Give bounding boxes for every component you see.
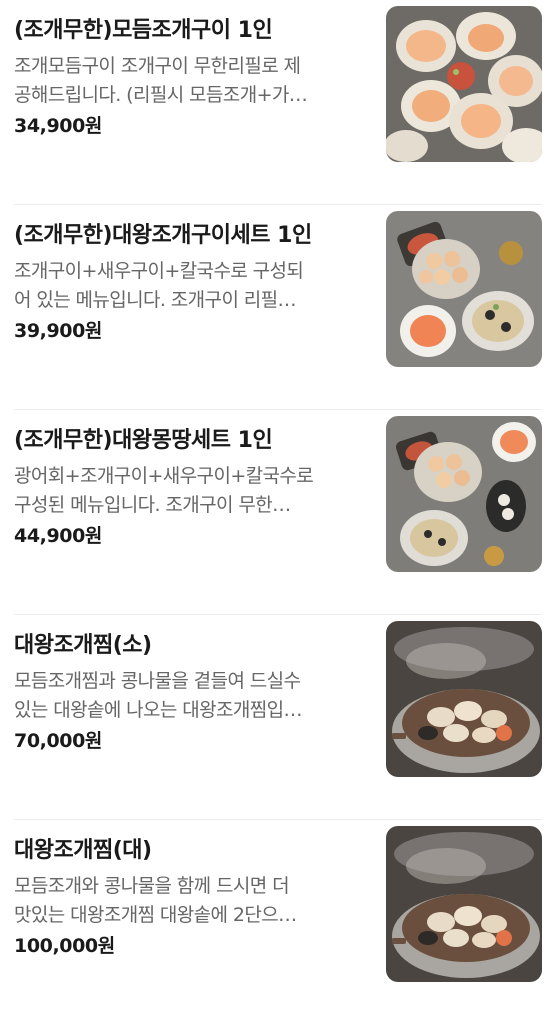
menu-item-description-line: 모듬조개와 콩나물을 함께 드시면 더 — [14, 875, 290, 897]
menu-item-description: 모듬조개와 콩나물을 함께 드시면 더 맛있는 대왕조개찜 대왕솥에 2단으… — [14, 872, 359, 930]
menu-item-description-line: 광어회+조개구이+새우구이+칼국수로 — [14, 465, 314, 487]
menu-item-price: 100,000원 — [14, 935, 115, 957]
menu-item[interactable]: (조개무한)대왕몽땅세트 1인 광어회+조개구이+새우구이+칼국수로 구성된 메… — [14, 410, 542, 615]
menu-item-text: 대왕조개찜(소) 모듬조개찜과 콩나물을 곁들여 드실수 있는 대왕솥에 나오는… — [14, 631, 359, 755]
menu-item-title: (조개무한)모듬조개구이 1인 — [14, 18, 273, 43]
menu-item-description-line: 어 있는 메뉴입니다. 조개구이 리필… — [14, 289, 297, 311]
menu-list: (조개무한)모듬조개구이 1인 조개모듬구이 조개구이 무한리필로 제 공해드립… — [0, 0, 556, 1025]
menu-item-title: 대왕조개찜(소) — [14, 633, 152, 658]
menu-item-description-line: 맛있는 대왕조개찜 대왕솥에 2단으… — [14, 904, 297, 926]
scallop-platter-photo[interactable] — [386, 6, 542, 162]
menu-item[interactable]: 대왕조개찜(소) 모듬조개찜과 콩나물을 곁들여 드실수 있는 대왕솥에 나오는… — [14, 615, 542, 820]
menu-item-description: 조개모듬구이 조개구이 무한리필로 제 공해드립니다. (리필시 모듬조개+가… — [14, 52, 359, 110]
steamed-clam-pot-photo[interactable] — [386, 826, 542, 982]
seafood-set-photo[interactable] — [386, 211, 542, 367]
menu-item-title: 대왕조개찜(대) — [14, 838, 152, 863]
menu-item-description-line: 구성된 메뉴입니다. 조개구이 무한… — [14, 494, 291, 516]
menu-item-description-line: 조개모듬구이 조개구이 무한리필로 제 — [14, 55, 301, 77]
seafood-set-photo[interactable] — [386, 416, 542, 572]
menu-item-price: 39,900원 — [14, 320, 102, 342]
menu-item-description-line: 있는 대왕솥에 나오는 대왕조개찜입… — [14, 699, 303, 721]
menu-item[interactable]: 대왕조개찜(대) 모듬조개와 콩나물을 함께 드시면 더 맛있는 대왕조개찜 대… — [14, 820, 542, 1025]
menu-item-description: 조개구이+새우구이+칼국수로 구성되 어 있는 메뉴입니다. 조개구이 리필… — [14, 257, 359, 315]
menu-item-price: 44,900원 — [14, 525, 102, 547]
menu-item-text: (조개무한)대왕몽땅세트 1인 광어회+조개구이+새우구이+칼국수로 구성된 메… — [14, 426, 359, 550]
menu-item-description: 모듬조개찜과 콩나물을 곁들여 드실수 있는 대왕솥에 나오는 대왕조개찜입… — [14, 667, 359, 725]
menu-item-description-line: 공해드립니다. (리필시 모듬조개+가… — [14, 84, 308, 106]
menu-item[interactable]: (조개무한)모듬조개구이 1인 조개모듬구이 조개구이 무한리필로 제 공해드립… — [14, 0, 542, 205]
menu-item-description-line: 모듬조개찜과 콩나물을 곁들여 드실수 — [14, 670, 301, 692]
menu-item-text: (조개무한)대왕조개구이세트 1인 조개구이+새우구이+칼국수로 구성되 어 있… — [14, 221, 359, 345]
menu-item-title: (조개무한)대왕조개구이세트 1인 — [14, 223, 312, 248]
menu-item[interactable]: (조개무한)대왕조개구이세트 1인 조개구이+새우구이+칼국수로 구성되 어 있… — [14, 205, 542, 410]
menu-item-price: 34,900원 — [14, 115, 102, 137]
menu-item-title: (조개무한)대왕몽땅세트 1인 — [14, 428, 273, 453]
menu-item-text: (조개무한)모듬조개구이 1인 조개모듬구이 조개구이 무한리필로 제 공해드립… — [14, 16, 359, 140]
menu-item-text: 대왕조개찜(대) 모듬조개와 콩나물을 함께 드시면 더 맛있는 대왕조개찜 대… — [14, 836, 359, 960]
menu-item-description-line: 조개구이+새우구이+칼국수로 구성되 — [14, 260, 304, 282]
menu-item-description: 광어회+조개구이+새우구이+칼국수로 구성된 메뉴입니다. 조개구이 무한… — [14, 462, 359, 520]
steamed-clam-pot-photo[interactable] — [386, 621, 542, 777]
menu-item-price: 70,000원 — [14, 730, 102, 752]
